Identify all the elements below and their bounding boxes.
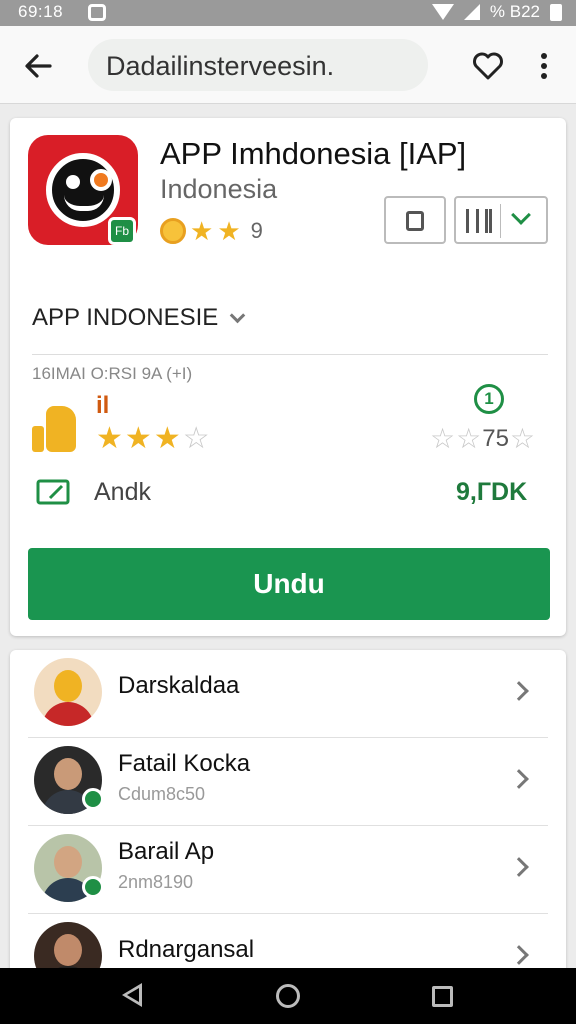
section-dropdown[interactable]: APP INDONESIE	[32, 304, 246, 332]
system-nav-bar	[0, 968, 576, 1024]
smiley-icon	[160, 218, 186, 244]
list-item[interactable]: Barail Ap 2nm8190	[10, 826, 566, 914]
list-item[interactable]: Fatail Kocka Cdum8c50	[10, 738, 566, 826]
chevron-right-icon	[509, 769, 529, 789]
battery-text: % B22	[489, 2, 540, 21]
verified-badge-icon	[82, 876, 104, 898]
notification-icon	[88, 4, 106, 21]
status-bar: 69:18 % B22	[0, 0, 576, 26]
thumbs-up-icon	[32, 404, 78, 454]
star-outline-icon: ☆	[456, 423, 482, 454]
list-item-name: Rdnargansal	[118, 936, 255, 963]
chevron-right-icon	[509, 681, 529, 701]
square-icon	[406, 211, 424, 231]
status-icons: % B22	[431, 2, 562, 22]
star-icon: ★	[217, 216, 241, 246]
star-icon: ★	[96, 422, 123, 455]
star-outline-icon: ☆	[430, 423, 456, 454]
rating-stars: ★ ★ ★ ☆	[96, 424, 210, 454]
app-logo-icon: Fb	[28, 135, 138, 245]
related-list: Darskaldaa Fatail Kocka Cdum8c50 Barail …	[10, 650, 566, 980]
status-time: 69:18	[18, 2, 64, 21]
search-field[interactable]: Dadailinsterveesin.	[88, 39, 428, 91]
battery-icon	[550, 3, 562, 21]
star-icon: ★	[190, 216, 214, 246]
list-item-name: Fatail Kocka	[118, 750, 251, 777]
app-developer: Indonesia	[160, 174, 278, 204]
rating-summary: ☆ ☆ 75 ☆	[430, 424, 535, 454]
nav-back-icon[interactable]	[122, 983, 142, 1007]
app-title: APP Imhdonesia [IAP]	[160, 136, 467, 171]
list-item-name: Barail Ap	[118, 838, 215, 865]
red-mark-text: il	[96, 392, 110, 419]
info-number-icon: 1	[474, 384, 504, 414]
verified-badge-icon: Fb	[108, 217, 136, 245]
search-text: Dadailinsterveesin.	[106, 51, 335, 81]
nav-home-icon[interactable]	[276, 984, 300, 1008]
chevron-right-icon	[509, 857, 529, 877]
wifi-icon	[431, 4, 454, 20]
app-rating: ★ ★ 9	[160, 218, 263, 244]
app-details-card: Fb APP Imhdonesia [IAP] Indonesia ★ ★ 9 …	[10, 118, 566, 636]
rating-count: 9	[250, 218, 263, 243]
signal-icon	[463, 4, 480, 20]
wishlist-button[interactable]	[384, 196, 446, 244]
heart-icon[interactable]	[470, 48, 506, 84]
section-label: APP INDONESIE	[32, 304, 219, 331]
star-icon: ★	[124, 422, 152, 455]
chevron-right-icon	[509, 945, 529, 965]
chevron-down-icon	[511, 205, 531, 225]
list-item[interactable]: Darskaldaa	[10, 650, 566, 738]
avatar	[34, 658, 102, 726]
install-button[interactable]: Undu	[28, 548, 550, 620]
meta-text: 1​6IMAI O:RSI 9A (+I)	[32, 364, 193, 383]
detail-value: 9,ГDK	[456, 478, 528, 506]
star-outline-icon: ☆	[182, 422, 210, 455]
nav-recents-icon[interactable]	[432, 986, 453, 1007]
edit-icon	[36, 479, 70, 505]
star-icon: ★	[153, 422, 181, 455]
star-outline-icon: ☆	[509, 423, 536, 454]
verified-badge-icon	[82, 788, 104, 810]
bars-icon	[466, 209, 492, 233]
list-item-name: Darskaldaa	[118, 672, 240, 699]
more-options-icon[interactable]	[532, 48, 556, 84]
top-app-bar: Dadailinsterveesin.	[0, 26, 576, 104]
rating-number: 75	[482, 425, 509, 452]
list-item-subtitle: 2nm8190	[118, 872, 194, 892]
detail-label: Andk	[94, 478, 151, 506]
chevron-down-icon	[230, 307, 246, 323]
divider	[32, 354, 548, 355]
more-actions-dropdown[interactable]	[454, 196, 548, 244]
list-item-subtitle: Cdum8c50	[118, 784, 206, 804]
back-arrow-icon[interactable]	[20, 48, 56, 84]
